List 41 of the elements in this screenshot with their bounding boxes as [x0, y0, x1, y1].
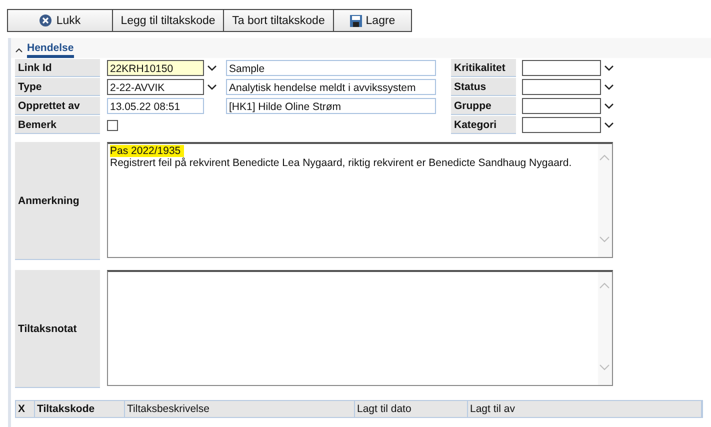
chevron-down-icon[interactable] — [604, 83, 614, 91]
toolbar-button[interactable]: Lagre — [333, 9, 412, 32]
toolbar-button[interactable]: Legg til tiltakskode — [112, 9, 224, 32]
field-label: Status — [451, 78, 516, 96]
save-icon — [350, 14, 362, 26]
field-label: Opprettet av — [15, 97, 100, 115]
input-field[interactable]: 13.05.22 08:51 — [107, 98, 204, 114]
chevron-down-icon[interactable] — [604, 121, 614, 129]
select-field[interactable] — [522, 60, 601, 76]
column-header[interactable]: Tiltakskode — [35, 401, 125, 417]
select-field[interactable] — [522, 79, 601, 95]
field-label: Kritikalitet — [451, 59, 516, 77]
select-field[interactable] — [522, 117, 601, 133]
select-field[interactable] — [522, 98, 601, 114]
chevron-down-icon[interactable] — [604, 102, 614, 110]
chevron-down-icon[interactable] — [207, 83, 217, 91]
input-field[interactable]: Analytisk hendelse meldt i avvikssystem — [226, 79, 436, 95]
close-icon — [39, 14, 52, 27]
note-text: Pas 2022/1935 — [110, 145, 184, 157]
checkbox[interactable] — [107, 120, 118, 130]
select-field[interactable]: 22KRH10150 — [107, 60, 204, 76]
input-field[interactable]: [HK1] Hilde Oline Strøm — [226, 98, 436, 114]
column-header[interactable]: X — [16, 401, 35, 417]
field-label: Type — [15, 78, 100, 96]
column-header[interactable]: Lagt til dato — [355, 401, 468, 417]
chevron-down-icon[interactable] — [207, 64, 217, 72]
field-label: Gruppe — [451, 97, 516, 115]
select-field[interactable]: 2-22-AVVIK — [107, 79, 204, 95]
chevron-down-icon[interactable] — [604, 64, 614, 72]
toolbar-button[interactable]: Ta bort tiltakskode — [223, 9, 334, 32]
note-text: Registrert feil på rekvirent Benedicte Lea Nygaard, riktig rekvirent er Benedicte Sandhaug Nygaard. — [110, 157, 572, 169]
field-label: Kategori — [451, 116, 516, 134]
column-header[interactable]: Lagt til av — [468, 401, 702, 417]
collapse-icon[interactable] — [15, 47, 23, 53]
input-field[interactable]: Sample — [226, 60, 436, 76]
field-label: Anmerkning — [15, 142, 100, 260]
column-header[interactable]: Tiltaksbeskrivelse — [125, 401, 355, 417]
field-label: Tiltaksnotat — [15, 270, 100, 388]
toolbar-button[interactable]: Lukk — [7, 9, 113, 32]
field-label: Link Id — [15, 59, 100, 77]
field-label: Bemerk — [15, 116, 100, 134]
